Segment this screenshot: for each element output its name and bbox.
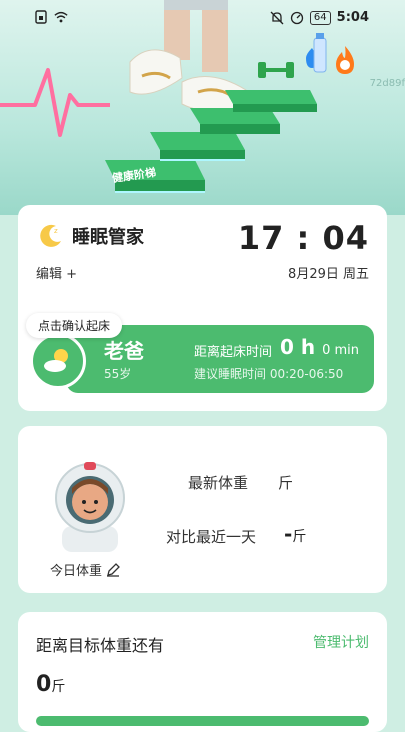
heartbeat-icon bbox=[0, 68, 110, 137]
water-bottle-icon bbox=[306, 33, 327, 73]
sim-icon bbox=[35, 10, 47, 24]
manage-plan-link[interactable]: 管理计划 bbox=[313, 632, 369, 652]
confirm-wakeup-button[interactable]: 点击确认起床 bbox=[26, 313, 123, 338]
weather-avatar[interactable] bbox=[30, 333, 86, 389]
wifi-icon bbox=[54, 11, 68, 23]
latest-weight-label: 最新体重 bbox=[188, 474, 249, 492]
sleep-card: z 睡眠管家 17 : 04 编辑 + 8月29日 周五 老爸 55岁 距离起床… bbox=[18, 205, 387, 411]
edit-button[interactable]: 编辑 + bbox=[36, 263, 77, 282]
today-weight-label: 今日体重 bbox=[50, 564, 103, 579]
pencil-icon bbox=[107, 562, 120, 577]
speedometer-icon bbox=[290, 11, 304, 24]
goal-remaining-value: 0 bbox=[36, 672, 52, 697]
goal-card: 距离目标体重还有 管理计划 0斤 bbox=[18, 612, 387, 732]
sun-cloud-icon bbox=[44, 349, 68, 372]
current-date: 8月29日 周五 bbox=[288, 267, 369, 282]
goal-title: 距离目标体重还有 bbox=[36, 636, 165, 655]
goal-progress-bar bbox=[36, 716, 369, 726]
goal-remaining-unit: 斤 bbox=[51, 679, 66, 695]
compare-weight-unit: 斤 bbox=[292, 529, 307, 545]
compare-weight-value: -斤 bbox=[284, 522, 306, 546]
goal-remaining: 0斤 bbox=[36, 672, 65, 697]
watermark: 72d89f bbox=[369, 78, 405, 89]
suggested-sleep-time: 建议睡眠时间 00:20-06:50 bbox=[194, 367, 344, 381]
compare-weight-label: 对比最近一天 bbox=[166, 528, 257, 546]
moon-icon: z bbox=[40, 224, 61, 247]
person-age: 55岁 bbox=[104, 367, 132, 381]
battery-icon: 64 bbox=[309, 10, 331, 25]
wake-hours: 0 h bbox=[280, 335, 316, 359]
wake-countdown-label: 距离起床时间 bbox=[194, 345, 273, 360]
hero-banner[interactable]: 64 5:04 健康阶梯 72d89f bbox=[0, 0, 405, 215]
svg-text:z: z bbox=[54, 227, 58, 235]
today-weight-button[interactable]: 今日体重 bbox=[50, 560, 120, 579]
bell-off-icon bbox=[270, 11, 284, 24]
latest-weight-unit: 斤 bbox=[278, 474, 294, 492]
status-time: 5:04 bbox=[336, 10, 369, 25]
astronaut-avatar bbox=[55, 462, 125, 552]
wake-minutes: 0 min bbox=[322, 343, 360, 358]
calorie-fire-icon bbox=[336, 46, 354, 74]
weight-card: 今日体重 最新体重 斤 对比最近一天 -斤 bbox=[18, 426, 387, 593]
person-name: 老爸 bbox=[104, 339, 144, 363]
current-time: 17 : 04 bbox=[237, 219, 369, 257]
sleep-title: 睡眠管家 bbox=[72, 227, 144, 248]
dumbbell-icon bbox=[258, 62, 294, 78]
wake-countdown-value: 0 h 0 min bbox=[280, 335, 359, 359]
